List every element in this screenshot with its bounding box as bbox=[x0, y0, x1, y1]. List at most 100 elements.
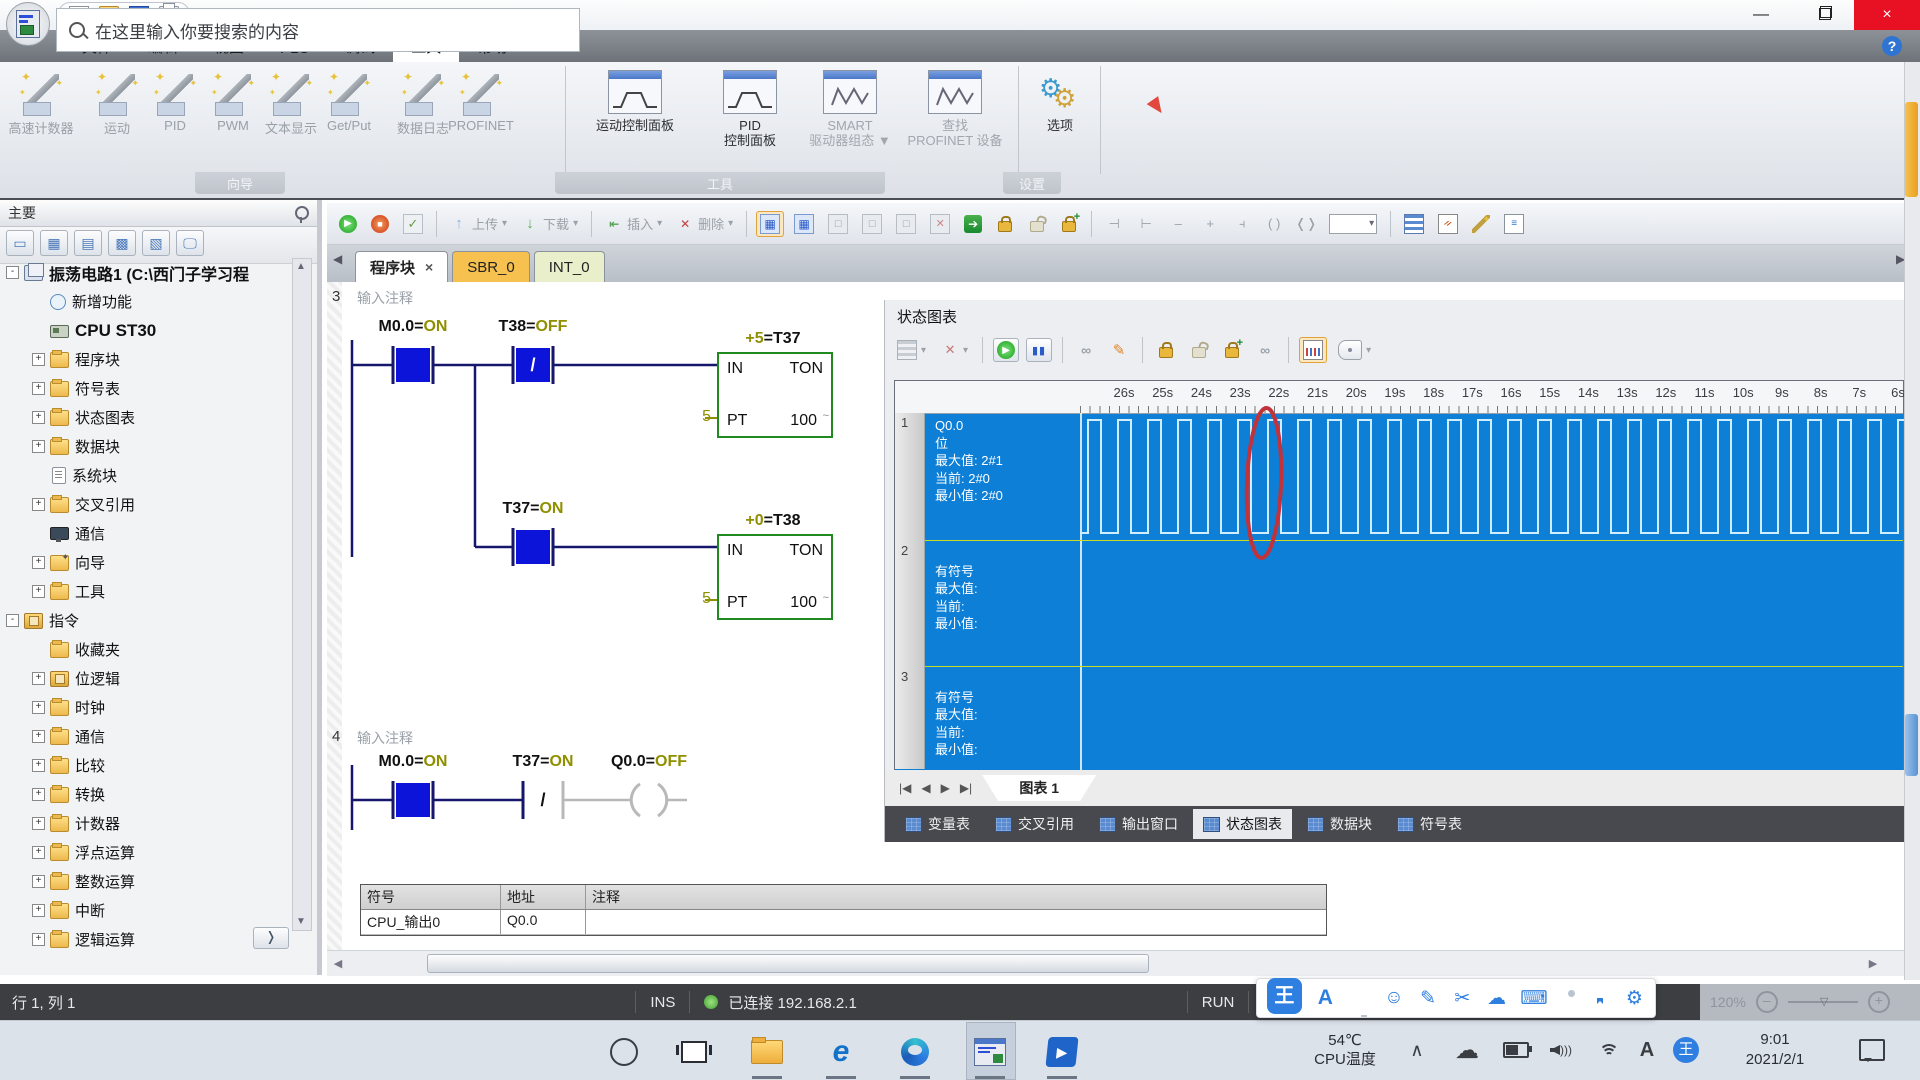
volume-icon[interactable]: ))) bbox=[1544, 1020, 1578, 1080]
close-button[interactable]: × bbox=[1854, 0, 1920, 30]
task-view-button[interactable] bbox=[670, 1030, 718, 1074]
message-icon[interactable]: ▧ bbox=[142, 230, 170, 256]
nav-prev-icon[interactable]: ◀ bbox=[921, 781, 930, 795]
dock-tab-数据块[interactable]: 数据块 bbox=[1297, 809, 1382, 839]
tree-item-符号表[interactable]: +符号表 bbox=[0, 374, 296, 403]
expand-icon[interactable]: + bbox=[32, 585, 45, 598]
trend-edit-button[interactable]: ᨀ bbox=[1434, 211, 1462, 237]
wizard-PROFINET[interactable]: ✦✦✦PROFINET bbox=[448, 70, 514, 133]
right-scrollbar[interactable] bbox=[1904, 62, 1920, 980]
ton-timer-box[interactable]: INTONPT100~ bbox=[717, 352, 833, 438]
expand-icon[interactable]: + bbox=[32, 904, 45, 917]
tree-item-计数器[interactable]: +计数器 bbox=[0, 809, 296, 838]
taskbar-search[interactable]: 在这里输入你要搜索的内容 bbox=[56, 8, 580, 52]
trend-toggle-button[interactable] bbox=[1299, 337, 1327, 363]
cortana-button[interactable] bbox=[600, 1030, 648, 1074]
dock-tab-交叉引用[interactable]: 交叉引用 bbox=[985, 809, 1084, 839]
tab-程序块[interactable]: 程序块× bbox=[355, 251, 448, 282]
tree-item-工具[interactable]: +工具 bbox=[0, 577, 296, 606]
app-logo-icon[interactable] bbox=[6, 2, 50, 46]
sheet-button[interactable]: ≡ bbox=[1500, 211, 1528, 237]
scissors-icon[interactable]: ✂ bbox=[1452, 987, 1473, 1010]
cloud-icon[interactable]: ☁ bbox=[1486, 987, 1507, 1010]
tool-选项[interactable]: ⚙⚙选项 bbox=[1030, 70, 1090, 133]
zoom-slider-thumb[interactable]: ▽ bbox=[1820, 995, 1828, 1008]
scrollbar-thumb-blue[interactable] bbox=[1905, 714, 1918, 776]
handwrite-icon[interactable]: ✎ bbox=[1418, 987, 1439, 1010]
tree-item-中断[interactable]: +中断 bbox=[0, 896, 296, 925]
unforce-button[interactable] bbox=[1186, 338, 1212, 362]
open-window-icon[interactable]: ▭ bbox=[6, 230, 34, 256]
scroll-down-icon[interactable]: ▼ bbox=[293, 914, 309, 930]
wifi-icon[interactable] bbox=[1592, 1020, 1626, 1080]
action-center-icon[interactable] bbox=[1852, 1020, 1892, 1080]
branch-up-tool[interactable]: ⊣ bbox=[1101, 212, 1127, 236]
monitor-icon[interactable]: 🖵 bbox=[176, 230, 204, 256]
wizard-文本显示[interactable]: ✦✦✦文本显示 bbox=[258, 70, 324, 137]
tree-item-收藏夹[interactable]: 收藏夹 bbox=[0, 635, 296, 664]
grid-icon[interactable]: ▩ bbox=[108, 230, 136, 256]
next-bookmark-button[interactable]: □ bbox=[892, 211, 920, 237]
ime-mode-icon[interactable]: A bbox=[1632, 1020, 1662, 1080]
tag-button[interactable]: ▾ bbox=[1334, 337, 1375, 363]
force-add-button[interactable] bbox=[1056, 212, 1082, 236]
symbol-grid-button[interactable]: ▦ bbox=[790, 211, 818, 237]
tree-collapse-button[interactable]: ❭ bbox=[253, 927, 289, 949]
clock-widget[interactable]: 9:01 2021/2/1 bbox=[1720, 1020, 1830, 1080]
tree-item-交叉引用[interactable]: +交叉引用 bbox=[0, 490, 296, 519]
force-button[interactable] bbox=[1153, 338, 1179, 362]
box-tool[interactable]: ❬❭ bbox=[1293, 212, 1319, 236]
wire-tool[interactable]: – bbox=[1165, 212, 1191, 236]
tree-item-整数运算[interactable]: +整数运算 bbox=[0, 867, 296, 896]
force-lock-button[interactable] bbox=[992, 212, 1018, 236]
tree-item-通信[interactable]: +通信 bbox=[0, 722, 296, 751]
write-button[interactable]: ✎ bbox=[1106, 338, 1132, 362]
chart-run-button[interactable]: ▶ bbox=[993, 338, 1019, 362]
run-button[interactable]: ▶ bbox=[335, 212, 361, 236]
dock-tab-状态图表[interactable]: 状态图表 bbox=[1193, 809, 1292, 839]
branch-down-tool[interactable]: ⊢ bbox=[1133, 212, 1159, 236]
zoom-in-icon[interactable]: + bbox=[1868, 991, 1890, 1013]
table-icon[interactable]: ▦ bbox=[40, 230, 68, 256]
clear-bookmark-button[interactable]: ✕ bbox=[926, 211, 954, 237]
compile-button[interactable]: ✓ bbox=[399, 211, 427, 237]
tree-item-指令[interactable]: -指令 bbox=[0, 606, 296, 635]
program-grid-button[interactable]: ▦ bbox=[756, 211, 784, 237]
network-comment[interactable]: 输入注释 bbox=[357, 728, 413, 748]
tree-item-系统块[interactable]: 系统块 bbox=[0, 461, 296, 490]
tree-item-新增功能[interactable]: 新增功能 bbox=[0, 287, 296, 316]
ime-lang-icon[interactable]: 王 bbox=[1668, 1020, 1704, 1080]
wizard-PID[interactable]: ✦✦✦PID bbox=[142, 70, 208, 133]
help-icon[interactable]: ? bbox=[1882, 36, 1902, 56]
goto-button[interactable]: ➔ bbox=[960, 212, 986, 236]
dock-tab-符号表[interactable]: 符号表 bbox=[1387, 809, 1472, 839]
wizard-数据日志[interactable]: ✦✦✦数据日志 bbox=[390, 70, 456, 137]
expand-icon[interactable]: + bbox=[32, 672, 45, 685]
movies-app-icon[interactable]: ▶ bbox=[1038, 1030, 1086, 1074]
maximize-button[interactable] bbox=[1792, 0, 1854, 30]
microwin-app-icon[interactable] bbox=[966, 1030, 1014, 1074]
hscroll-left-icon[interactable]: ◀ bbox=[327, 957, 349, 970]
unforce-lock-button[interactable] bbox=[1024, 212, 1050, 236]
tree-item-浮点运算[interactable]: +浮点运算 bbox=[0, 838, 296, 867]
force-all-button[interactable] bbox=[1219, 338, 1245, 362]
expand-icon[interactable]: + bbox=[32, 701, 45, 714]
nav-last-icon[interactable]: ▶| bbox=[960, 781, 972, 795]
tree-item-状态图表[interactable]: +状态图表 bbox=[0, 403, 296, 432]
symbol-table-row[interactable]: CPU_输出0 Q0.0 bbox=[361, 910, 1326, 935]
ime-logo-icon[interactable]: 王 bbox=[1267, 978, 1302, 1014]
tree-item-CPU ST30[interactable]: CPU ST30 bbox=[0, 316, 296, 345]
expand-icon[interactable]: + bbox=[32, 440, 45, 453]
chart-pause-button[interactable]: ▮▮ bbox=[1026, 338, 1052, 362]
nav-first-icon[interactable]: |◀ bbox=[899, 781, 911, 795]
tree-item-时钟[interactable]: +时钟 bbox=[0, 693, 296, 722]
tab-scroll-left-icon[interactable]: ◀ bbox=[333, 252, 342, 266]
tree-item-向导[interactable]: +向导 bbox=[0, 548, 296, 577]
zoom-slider[interactable]: ▽ bbox=[1788, 1001, 1858, 1003]
hscroll-thumb[interactable] bbox=[427, 954, 1149, 973]
wizard-quick-button[interactable] bbox=[1468, 212, 1494, 236]
ime-letter-icon[interactable]: A bbox=[1315, 986, 1336, 1010]
internet-explorer-icon[interactable]: e bbox=[817, 1030, 865, 1074]
battery-icon[interactable] bbox=[1498, 1020, 1534, 1080]
expand-icon[interactable]: + bbox=[32, 933, 45, 946]
